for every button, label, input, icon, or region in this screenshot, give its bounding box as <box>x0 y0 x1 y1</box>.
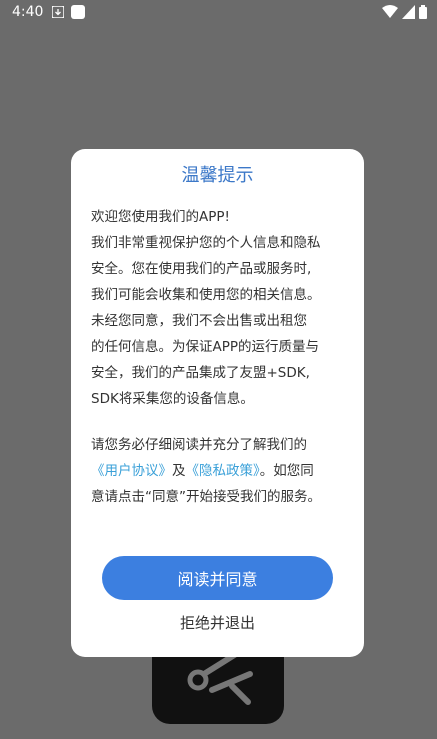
body-line: SDK将采集您的设备信息。 <box>91 391 254 407</box>
body-line: 安全。您在使用我们的产品或服务时, <box>91 261 312 277</box>
app-notification-icon <box>71 5 85 19</box>
download-icon <box>52 6 64 18</box>
user-agreement-link[interactable]: 《用户协议》 <box>91 463 172 479</box>
dialog-title: 温馨提示 <box>181 165 254 186</box>
status-time: 4:40 <box>12 4 44 20</box>
notice-links-line: 《用户协议》及《隐私政策》。如您同 <box>91 458 346 484</box>
body-line: 安全，我们的产品集成了友盟+SDK, <box>91 365 310 381</box>
tools-icon <box>187 651 253 705</box>
app-icon <box>152 646 284 724</box>
signal-icon <box>402 5 415 19</box>
and-text: 及 <box>172 463 186 479</box>
notice-tail: 。如您同 <box>259 463 314 479</box>
notice-line: 请您务必仔细阅读并充分了解我们的 <box>91 437 307 453</box>
body-line: 未经您同意，我们不会出售或出租您 <box>91 313 307 329</box>
body-line: 欢迎您使用我们的APP! <box>91 209 230 225</box>
status-indicators <box>382 5 427 19</box>
body-line: 我们非常重视保护您的个人信息和隐私 <box>91 235 321 251</box>
agree-button[interactable]: 阅读并同意 <box>102 556 333 600</box>
body-line: 的任何信息。为保证APP的运行质量与 <box>91 339 320 355</box>
body-line: 我们可能会收集和使用您的相关信息。 <box>91 287 321 303</box>
battery-icon <box>419 5 427 19</box>
dialog-body: 欢迎您使用我们的APP! 我们非常重视保护您的个人信息和隐私 安全。您在使用我们… <box>91 204 346 510</box>
status-bar: 4:40 <box>0 0 437 26</box>
notice-line: 意请点击“同意”开始接受我们的服务。 <box>91 489 321 505</box>
wifi-icon <box>382 5 398 18</box>
privacy-policy-link[interactable]: 《隐私政策》 <box>186 463 260 479</box>
privacy-dialog: 温馨提示 欢迎您使用我们的APP! 我们非常重视保护您的个人信息和隐私 安全。您… <box>71 149 364 657</box>
exit-button[interactable]: 拒绝并退出 <box>102 605 333 639</box>
